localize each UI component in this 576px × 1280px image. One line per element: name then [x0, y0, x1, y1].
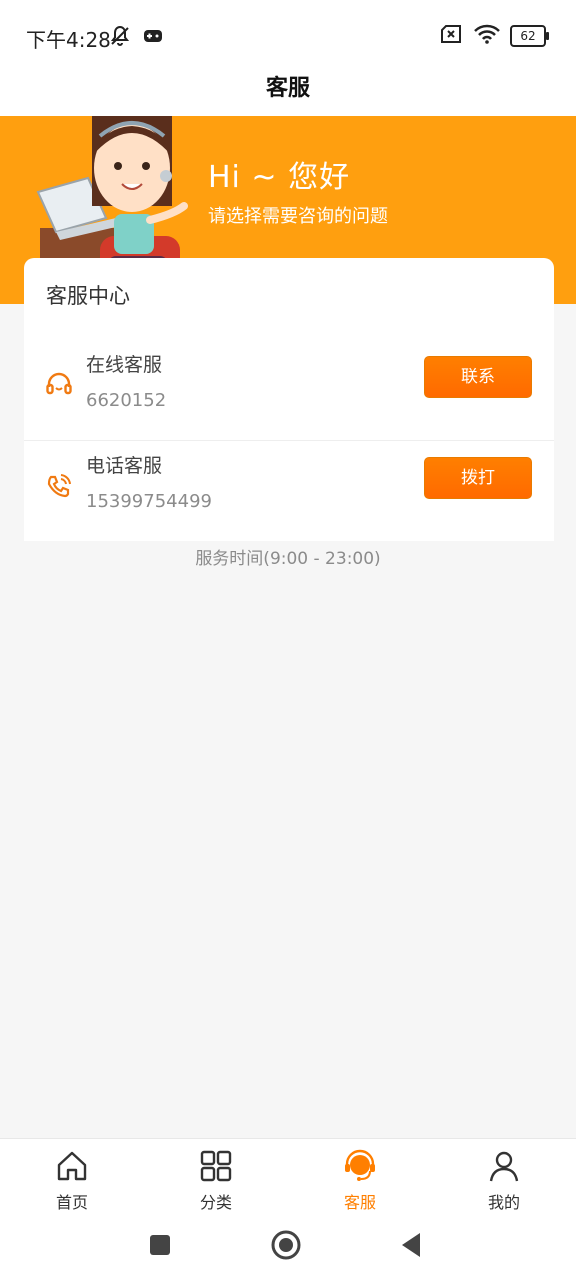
mute-bell-icon — [108, 24, 132, 52]
banner-greeting: Hi ~ 您好 — [208, 160, 351, 195]
page-title: 客服 — [265, 76, 310, 101]
title-bar: 客服 — [0, 56, 576, 116]
home-icon — [57, 1151, 87, 1181]
system-navigation-bar — [0, 1220, 576, 1280]
tab-label: 客服 — [343, 1193, 376, 1212]
wifi-icon — [474, 24, 500, 48]
banner-subtitle: 请选择需要咨询的问题 — [208, 206, 388, 227]
list-item: 电话客服 15399754499 拨打 — [24, 441, 554, 541]
tab-customer-service[interactable]: 客服 — [315, 1149, 405, 1213]
online-service-label: 在线客服 — [86, 354, 163, 376]
online-service-id: 6620152 — [86, 390, 167, 411]
tab-label: 首页 — [55, 1193, 88, 1212]
grid-icon — [200, 1150, 232, 1182]
service-center-card: 客服中心 在线客服 6620152 联系 电话客服 15399754499 拨打 — [24, 258, 554, 541]
tab-category[interactable]: 分类 — [171, 1149, 261, 1213]
bottom-tab-bar: 首页 分类 客服 我的 — [0, 1138, 576, 1221]
back-button[interactable] — [400, 1232, 422, 1258]
service-hours: 服务时间(9:00 - 23:00) — [195, 549, 381, 569]
status-time: 下午4:28 — [26, 28, 111, 52]
tab-profile[interactable]: 我的 — [459, 1149, 549, 1213]
gamepad-icon — [142, 26, 164, 50]
phone-number: 15399754499 — [86, 491, 212, 512]
home-button[interactable] — [271, 1230, 301, 1260]
headset-icon — [46, 372, 72, 398]
contact-button[interactable]: 联系 — [424, 356, 532, 398]
recent-apps-button[interactable] — [149, 1234, 171, 1256]
call-button[interactable]: 拨打 — [424, 457, 532, 499]
customer-service-icon — [345, 1149, 375, 1181]
sim-off-icon — [440, 24, 464, 48]
phone-service-label: 电话客服 — [86, 455, 163, 477]
tab-label: 我的 — [487, 1193, 520, 1212]
tab-home[interactable]: 首页 — [27, 1149, 117, 1213]
card-title: 客服中心 — [46, 284, 130, 308]
list-item: 在线客服 6620152 联系 — [24, 340, 554, 441]
tab-label: 分类 — [199, 1193, 232, 1212]
user-icon — [489, 1151, 519, 1182]
battery-indicator: 62 — [510, 25, 549, 47]
phone-icon — [46, 473, 72, 499]
